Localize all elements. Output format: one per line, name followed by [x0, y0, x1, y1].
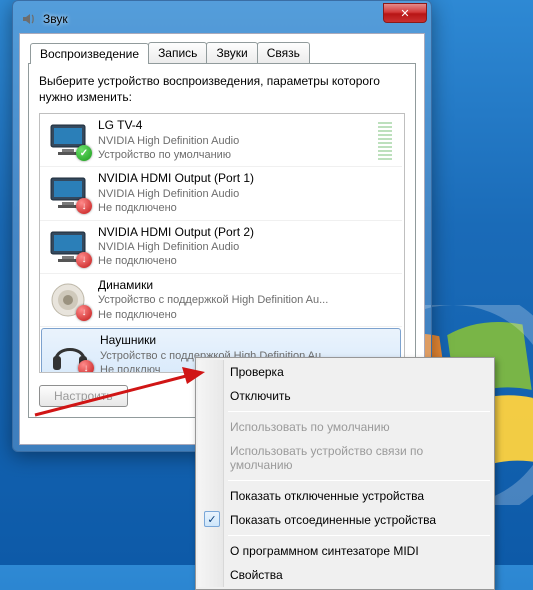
tab-3[interactable]: Связь [257, 42, 310, 63]
menu-item[interactable]: О программном синтезаторе MIDI [198, 539, 492, 563]
device-driver: NVIDIA High Definition Audio [98, 240, 396, 254]
menu-separator [228, 411, 490, 412]
device-status: Не подключено [98, 308, 396, 322]
window-title: Звук [43, 12, 423, 26]
device-info: NVIDIA HDMI Output (Port 1)NVIDIA High D… [98, 171, 396, 215]
menu-item[interactable]: Показать отключенные устройства [198, 484, 492, 508]
device-name: Наушники [100, 333, 394, 349]
device-status: Устройство по умолчанию [98, 148, 370, 162]
menu-item[interactable]: Отключить [198, 384, 492, 408]
context-menu: ПроверкаОтключить Использовать по умолчан… [195, 357, 495, 590]
monitor-icon: ↓ [46, 174, 90, 212]
menu-item[interactable]: Проверка [198, 360, 492, 384]
menu-separator [228, 535, 490, 536]
down-arrow-badge-icon: ↓ [78, 360, 94, 373]
monitor-icon: ✓ [46, 121, 90, 159]
level-meter [378, 120, 392, 160]
device-list[interactable]: ✓LG TV-4NVIDIA High Definition AudioУстр… [39, 113, 405, 373]
device-row[interactable]: ✓ LG TV-4NVIDIA High Definition AudioУстр… [40, 114, 402, 167]
device-row[interactable]: ↓ NVIDIA HDMI Output (Port 2)NVIDIA High … [40, 221, 402, 274]
sound-icon [21, 11, 37, 27]
device-name: Динамики [98, 278, 396, 294]
device-driver: Устройство с поддержкой High Definition … [98, 293, 396, 307]
device-name: NVIDIA HDMI Output (Port 1) [98, 171, 396, 187]
tab-strip: ВоспроизведениеЗаписьЗвукиСвязь [28, 42, 416, 63]
device-name: LG TV-4 [98, 118, 370, 134]
menu-item: Использовать по умолчанию [198, 415, 492, 439]
monitor-icon: ↓ [46, 228, 90, 266]
device-driver: NVIDIA High Definition Audio [98, 134, 370, 148]
check-badge-icon: ✓ [76, 145, 92, 161]
down-arrow-badge-icon: ↓ [76, 305, 92, 321]
close-icon: ✕ [400, 7, 409, 20]
headphones-icon: ↓ [48, 336, 92, 373]
device-name: NVIDIA HDMI Output (Port 2) [98, 225, 396, 241]
menu-separator [228, 480, 490, 481]
speaker-icon: ↓ [46, 281, 90, 319]
configure-button[interactable]: Настроить [39, 385, 128, 407]
close-button[interactable]: ✕ [383, 3, 427, 23]
device-driver: NVIDIA High Definition Audio [98, 187, 396, 201]
tab-2[interactable]: Звуки [206, 42, 257, 63]
down-arrow-badge-icon: ↓ [76, 252, 92, 268]
device-row[interactable]: ↓ ДинамикиУстройство с поддержкой High De… [40, 274, 402, 327]
check-icon: ✓ [204, 511, 220, 527]
down-arrow-badge-icon: ↓ [76, 198, 92, 214]
title-bar: Звук ✕ [19, 7, 425, 33]
tab-1[interactable]: Запись [148, 42, 207, 63]
menu-item: Использовать устройство связи по умолчан… [198, 439, 492, 477]
device-status: Не подключено [98, 254, 396, 268]
tab-0[interactable]: Воспроизведение [30, 43, 149, 64]
device-status: Не подключено [98, 201, 396, 215]
menu-item[interactable]: Показать отсоединенные устройства✓ [198, 508, 492, 532]
device-row[interactable]: ↓ NVIDIA HDMI Output (Port 1)NVIDIA High … [40, 167, 402, 220]
device-info: ДинамикиУстройство с поддержкой High Def… [98, 278, 396, 322]
device-info: NVIDIA HDMI Output (Port 2)NVIDIA High D… [98, 225, 396, 269]
instruction-text: Выберите устройство воспроизведения, пар… [39, 74, 405, 105]
device-info: LG TV-4NVIDIA High Definition AudioУстро… [98, 118, 370, 162]
menu-item[interactable]: Свойства [198, 563, 492, 587]
